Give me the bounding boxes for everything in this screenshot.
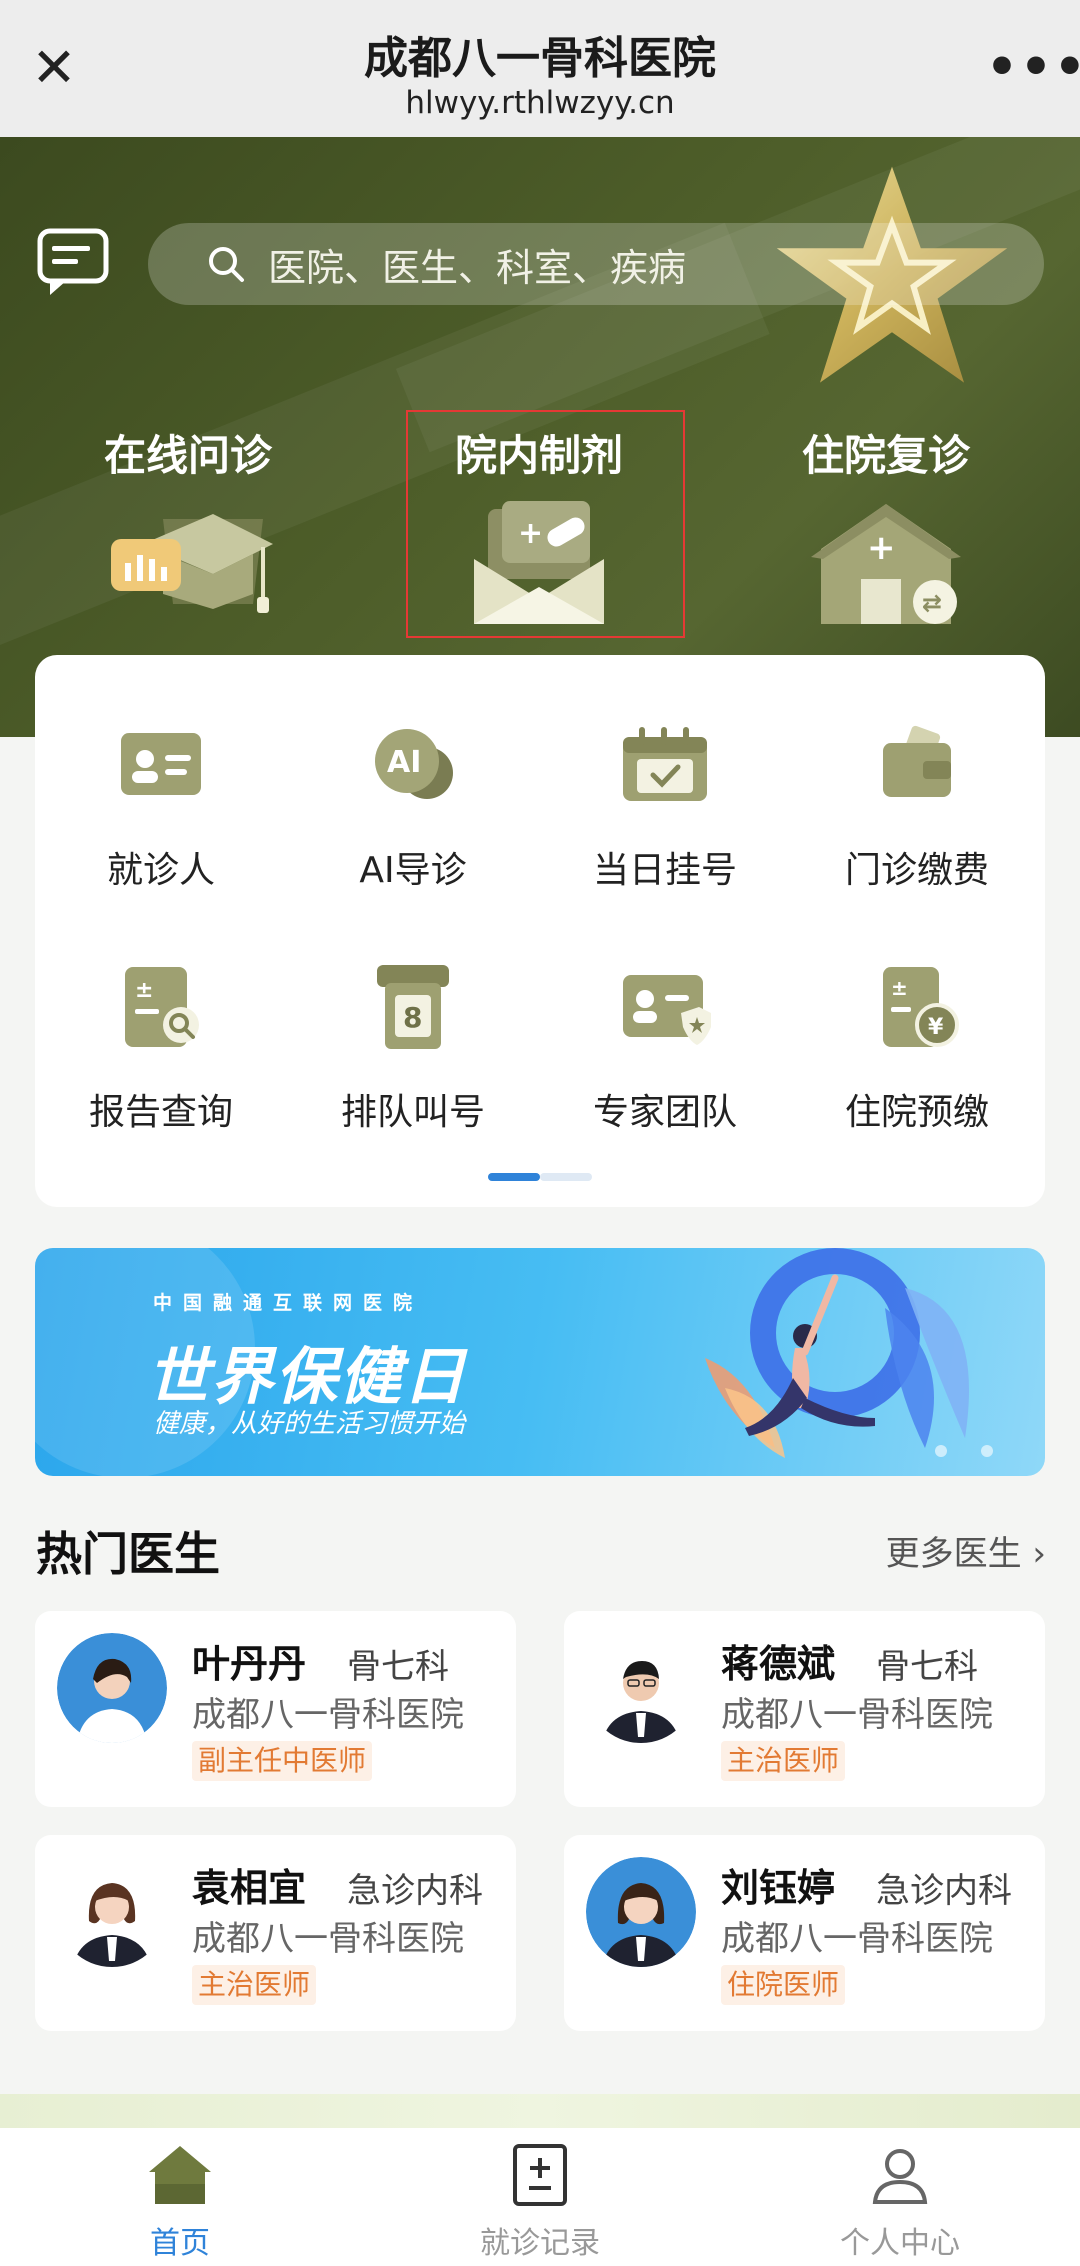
doctor-hospital: 成都八一骨科医院 — [192, 1919, 464, 1959]
search-icon — [209, 247, 244, 282]
queue-number: 8 — [403, 1001, 422, 1034]
banner-dot — [981, 1445, 993, 1457]
message-icon[interactable] — [36, 227, 112, 299]
online-consult-label: 在线问诊 — [103, 431, 272, 480]
hero-section: 医院、医生、科室、疾病 在线问诊 院内制剂 + 住院复诊 + ⇄ — [0, 137, 1080, 737]
doctor-name: 袁相宜 — [192, 1866, 307, 1910]
bottom-decor-strip — [0, 2094, 1080, 2130]
more-doctors-link[interactable]: 更多医生 › — [886, 1526, 1046, 1575]
grid-label: 门诊缴费 — [844, 850, 989, 891]
report-search-icon: ± — [125, 967, 199, 1047]
grid-item-same-day-register[interactable]: 当日挂号 — [539, 715, 791, 893]
inpatient-revisit-icon: + ⇄ — [811, 504, 961, 624]
patient-card-icon — [121, 733, 201, 795]
nav-label: 个人中心 — [840, 2226, 960, 2261]
nav-records[interactable]: 就诊记录 — [440, 2142, 640, 2262]
wallet-icon — [883, 725, 951, 797]
prepay-icon: ± ¥ — [883, 967, 959, 1047]
doctor-hospital: 成都八一骨科医院 — [721, 1919, 993, 1959]
ai-guide-icon: AI — [375, 729, 453, 799]
nav-label: 就诊记录 — [480, 2226, 600, 2261]
queue-number-icon: 8 — [377, 965, 449, 1049]
yoga-figure-illustration — [705, 1248, 969, 1458]
page-title: 成都八一骨科医院 — [364, 33, 716, 84]
grid-label: 报告查询 — [88, 1092, 233, 1133]
doctor-title-tag: 住院医师 — [721, 1965, 846, 2005]
svg-text:⇄: ⇄ — [922, 589, 942, 617]
grid-label: 住院预缴 — [844, 1092, 989, 1133]
more-icon[interactable]: ••• — [986, 42, 1080, 92]
svg-text:±: ± — [135, 978, 153, 1003]
doctor-dept: 急诊内科 — [347, 1871, 483, 1911]
records-icon — [513, 2144, 567, 2206]
grid-item-patient[interactable]: 就诊人 — [35, 715, 287, 893]
svg-text:¥: ¥ — [928, 1015, 944, 1040]
avatar — [586, 1857, 696, 1967]
title-bar: ✕ 成都八一骨科医院 hlwyy.rthlwzyy.cn ••• — [0, 0, 1080, 137]
grid-label: 排队叫号 — [340, 1092, 485, 1133]
doctor-dept: 骨七科 — [347, 1647, 449, 1687]
grid-item-ai-guide[interactable]: AI AI导诊 — [287, 715, 539, 893]
svg-text:+: + — [867, 528, 896, 568]
page-indicator — [488, 1173, 592, 1181]
grid-item-inpatient-prepay[interactable]: ± ¥ 住院预缴 — [791, 957, 1043, 1135]
section-title: 热门医生 — [36, 1527, 220, 1581]
highlight-box — [406, 410, 685, 638]
home-icon — [149, 2146, 211, 2204]
doctor-title-tag: 主治医师 — [192, 1965, 317, 2005]
calendar-check-icon — [623, 727, 707, 801]
inpatient-revisit-entry[interactable]: 住院复诊 + ⇄ — [766, 422, 1006, 633]
avatar — [57, 1633, 167, 1743]
inpatient-revisit-label: 住院复诊 — [801, 431, 970, 480]
grid-label: AI导诊 — [359, 850, 467, 891]
nav-profile[interactable]: 个人中心 — [800, 2142, 1000, 2262]
doctor-name: 叶丹丹 — [192, 1642, 307, 1686]
doctor-dept: 骨七科 — [876, 1647, 978, 1687]
grid-item-expert-team[interactable]: 专家团队 — [539, 957, 791, 1135]
grid-label: 就诊人 — [106, 850, 215, 891]
doctor-card[interactable]: 袁相宜 急诊内科 成都八一骨科医院 主治医师 — [35, 1835, 516, 2031]
grid-item-outpatient-payment[interactable]: 门诊缴费 — [791, 715, 1043, 893]
grid-label: 当日挂号 — [592, 850, 737, 891]
page-url: hlwyy.rthlwzyy.cn — [405, 85, 675, 121]
doctor-title-tag: 副主任中医师 — [192, 1741, 373, 1781]
doctor-dept: 急诊内科 — [876, 1871, 1012, 1911]
doctor-name: 刘钰婷 — [721, 1866, 836, 1910]
doctor-hospital: 成都八一骨科医院 — [192, 1695, 464, 1735]
svg-text:AI: AI — [387, 745, 421, 780]
grid-item-report-query[interactable]: ± 报告查询 — [35, 957, 287, 1135]
banner-dot — [935, 1445, 947, 1457]
bottom-nav: 首页 就诊记录 个人中心 — [0, 2128, 1080, 2266]
banner-subtitle: 健康，从好的生活习惯开始 — [153, 1409, 466, 1439]
doctor-card[interactable]: 刘钰婷 急诊内科 成都八一骨科医院 住院医师 — [564, 1835, 1045, 2031]
doctor-card[interactable]: 蒋德斌 骨七科 成都八一骨科医院 主治医师 — [564, 1611, 1045, 1807]
grid-label: 专家团队 — [592, 1092, 737, 1133]
profile-icon — [872, 2149, 928, 2204]
grid-item-queue[interactable]: 8 排队叫号 — [287, 957, 539, 1135]
doctor-title-tag: 主治医师 — [721, 1741, 846, 1781]
banner-small-text: 中国融通互联网医院 — [153, 1292, 424, 1314]
page-dot — [540, 1173, 592, 1181]
online-consult-icon — [111, 514, 273, 613]
avatar — [586, 1633, 696, 1743]
function-grid: 就诊人 AI AI导诊 当日挂号 门诊缴费 ± 报告查询 8 排队叫号 专家团队… — [35, 655, 1045, 1207]
online-consult-entry[interactable]: 在线问诊 — [68, 422, 308, 633]
promo-banner[interactable]: 中国融通互联网医院 世界保健日 健康，从好的生活习惯开始 — [35, 1248, 1045, 1476]
search-bar[interactable]: 医院、医生、科室、疾病 — [148, 223, 1044, 305]
doctor-card[interactable]: 叶丹丹 骨七科 成都八一骨科医院 副主任中医师 — [35, 1611, 516, 1807]
doctor-name: 蒋德斌 — [721, 1642, 836, 1686]
expert-team-icon — [623, 975, 711, 1045]
svg-text:±: ± — [891, 976, 908, 1000]
search-placeholder: 医院、医生、科室、疾病 — [268, 245, 687, 290]
nav-home[interactable]: 首页 — [80, 2142, 280, 2262]
avatar — [57, 1857, 167, 1967]
doctor-hospital: 成都八一骨科医院 — [721, 1695, 993, 1735]
page-dot-active — [488, 1173, 540, 1181]
nav-label: 首页 — [150, 2226, 210, 2261]
